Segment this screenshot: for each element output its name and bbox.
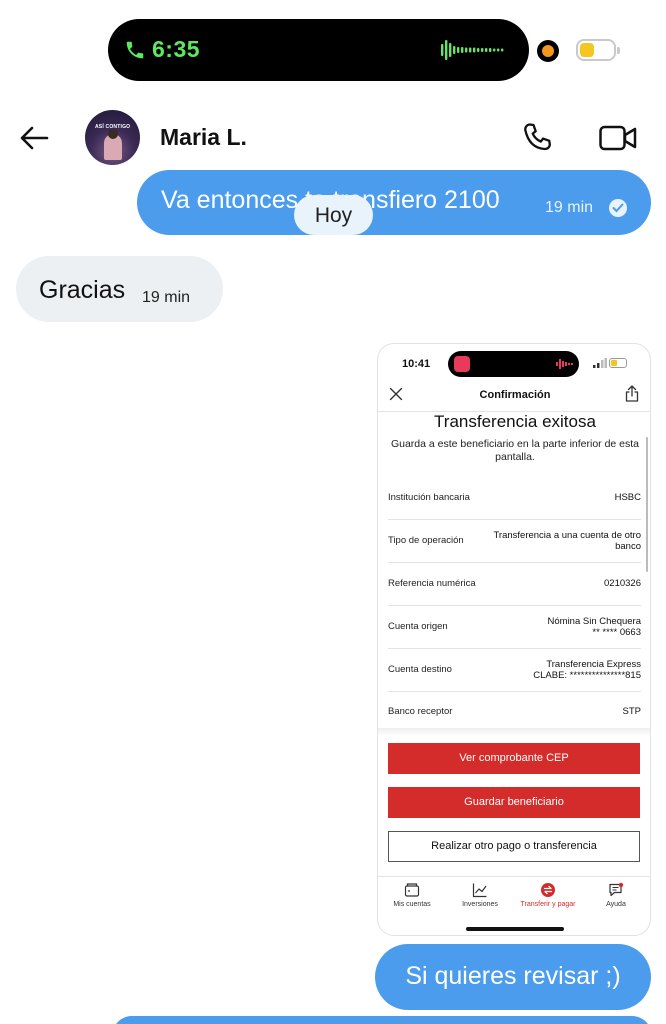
phone-call-icon [126,41,144,59]
recording-indicator [537,40,559,62]
chart-icon [472,883,487,898]
nav-label: Inversiones [462,901,498,908]
read-check-icon [609,199,627,217]
detail-value: Nómina Sin Chequera ** **** 0663 [547,616,641,638]
help-chat-icon [609,882,624,897]
nav-mis-cuentas: Mis cuentas [378,882,446,916]
wallet-icon [404,883,420,897]
shot-dynamic-island [448,351,579,377]
share-icon [625,385,639,402]
nav-label: Mis cuentas [393,901,431,908]
detail-label: Referencia numérica [388,578,476,589]
message-text: Si quieres revisar ;) [405,962,621,990]
contact-name[interactable]: Maria L. [160,124,247,151]
message-bubble-outgoing[interactable]: Va entonces te transfiero 2100 19 min [137,170,651,235]
message-bubble-outgoing[interactable]: Si quieres revisar ;) [375,944,651,1010]
detail-value: STP [622,706,641,717]
detail-value: Transferencia Express CLABE: ************… [533,659,641,681]
detail-value: HSBC [614,492,641,503]
view-cep-button: Ver comprobante CEP [388,743,640,774]
detail-label: Cuenta destino [388,664,452,675]
nav-ayuda: Ayuda [582,882,650,916]
phone-icon[interactable] [520,120,556,156]
detail-label: Tipo de operación [388,535,464,546]
video-call-icon[interactable] [598,120,638,156]
detail-row: Referencia numérica 0210326 [388,564,641,606]
save-beneficiary-button: Guardar beneficiario [388,787,640,818]
image-attachment[interactable]: 10:41 Confirmación Transferencia exitosa… [377,343,651,936]
signal-icon [593,358,607,368]
nav-label: Transferir y pagar [520,901,576,908]
dynamic-island: 6:35 [108,19,529,81]
detail-value: Transferencia a una cuenta de otro banco [493,530,641,552]
message-text: Gracias [39,276,126,304]
detail-row: Cuenta origen Nómina Sin Chequera ** ****… [388,607,641,649]
avatar[interactable]: ASÍ CONTIGO [85,110,140,165]
detail-label: Banco receptor [388,706,453,717]
success-heading: Transferencia exitosa [434,412,596,431]
status-time: 6:35 [152,36,201,62]
detail-label: Cuenta origen [388,621,448,632]
message-time: 19 min [142,289,191,306]
detail-label: Institución bancaria [388,492,470,503]
day-separator-label: Hoy [314,204,353,227]
other-transfer-button: Realizar otro pago o transferencia [388,831,640,862]
app-icon [454,356,470,372]
battery-icon [576,39,620,61]
shot-battery-icon [609,358,627,368]
scrollbar [646,437,648,572]
nav-label: Ayuda [606,901,626,908]
shot-page-title: Confirmación [479,389,551,401]
audio-waveform-icon [441,40,504,60]
day-separator: Hoy [294,195,373,235]
detail-value: 0210326 [604,578,641,589]
back-arrow-icon[interactable] [16,120,52,156]
shot-status-time: 10:41 [402,358,431,370]
success-subtitle: Guarda a este beneficiario en la parte i… [390,438,640,463]
nav-inversiones: Inversiones [446,882,514,916]
transfer-icon [541,883,555,897]
home-indicator [466,927,564,931]
detail-row: Tipo de operación Transferencia a una cu… [388,521,641,563]
waveform-icon [556,359,573,369]
message-bubble-outgoing[interactable] [112,1016,652,1024]
message-time: 19 min [545,199,594,216]
detail-row: Cuenta destino Transferencia Express CLAB… [388,650,641,692]
nav-transferir: Transferir y pagar [514,882,582,916]
message-bubble-incoming[interactable]: Gracias 19 min [16,256,223,322]
detail-row: Institución bancaria HSBC [388,478,641,520]
